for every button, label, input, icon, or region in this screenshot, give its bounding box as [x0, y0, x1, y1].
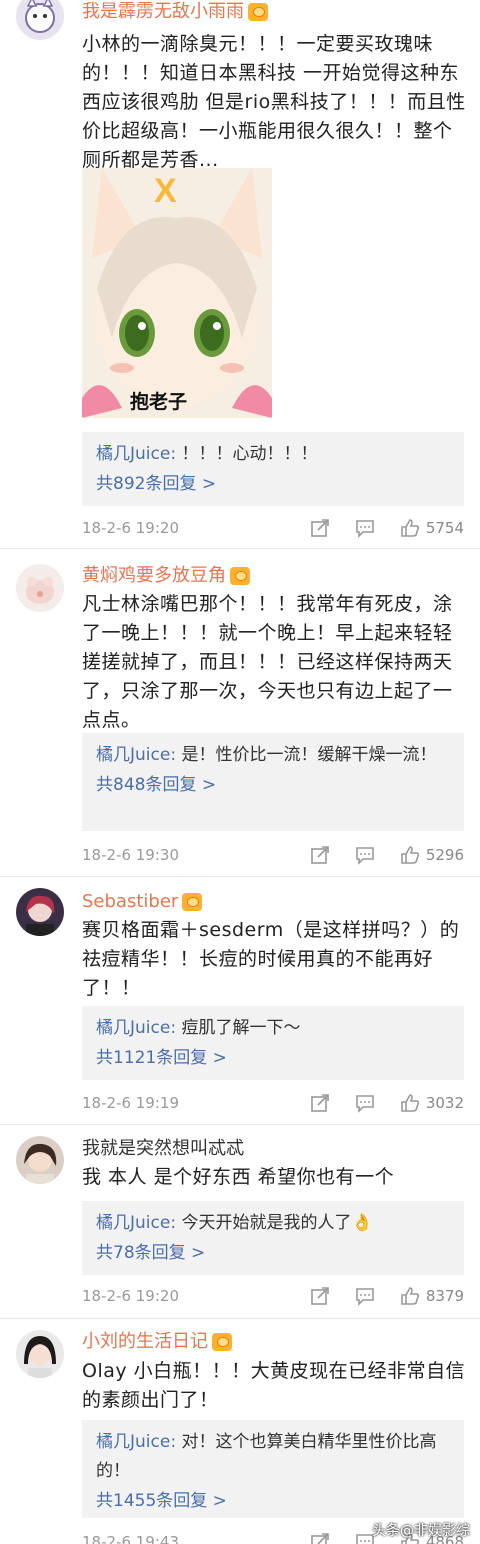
avatar[interactable]	[16, 1136, 64, 1184]
reply-text: 今天开始就是我的人了👌	[181, 1213, 373, 1233]
username[interactable]: 我就是突然想叫忒忒	[82, 1137, 244, 1161]
reply-line: 橘几Juice: ！！！心动！！！	[96, 440, 450, 469]
avatar[interactable]	[16, 0, 64, 40]
comment-date: 18-2-6 19:19	[82, 1094, 179, 1112]
share-icon[interactable]	[310, 1286, 330, 1306]
comment-icon[interactable]	[355, 518, 375, 538]
divider	[0, 1124, 480, 1125]
like-icon[interactable]	[400, 1286, 420, 1306]
view-replies-link[interactable]: 共892条回复 >	[96, 469, 450, 499]
divider	[0, 548, 480, 549]
share-icon[interactable]	[310, 845, 330, 865]
vip-badge-icon	[212, 1333, 232, 1351]
comment-date: 18-2-6 19:30	[82, 846, 179, 864]
comment-text: 赛贝格面霜＋sesderm（是这样拼吗？）的祛痘精华！！长痘的时候用真的不能再好…	[82, 919, 460, 999]
divider	[0, 1318, 480, 1319]
view-replies-link[interactable]: 共1455条回复 >	[96, 1486, 450, 1516]
avatar[interactable]	[16, 1330, 64, 1378]
reply-line: 橘几Juice: 今天开始就是我的人了👌	[96, 1209, 450, 1238]
username[interactable]: 小刘的生活日记	[82, 1330, 232, 1354]
vip-badge-icon	[182, 893, 203, 911]
comment-text: 我 本人 是个好东西 希望你也有一个	[82, 1166, 395, 1188]
reply-username[interactable]: 橘几Juice:	[96, 444, 176, 464]
comment-date: 18-2-6 19:20	[82, 1287, 179, 1305]
reply-box[interactable]: 橘几Juice: 是！性价比一流！缓解干燥一流！ 共848条回复 >	[82, 733, 464, 831]
comment-meta: 18-2-6 19:19 3032	[82, 1091, 464, 1115]
view-replies-link[interactable]: 共78条回复 >	[96, 1238, 450, 1268]
vip-badge-icon	[230, 567, 250, 585]
share-icon[interactable]	[310, 518, 330, 538]
reply-line: 橘几Juice: 是！性价比一流！缓解干燥一流！	[96, 741, 450, 770]
reply-box[interactable]: 橘几Juice: 对！这个也算美白精华里性价比高的！ 共1455条回复 >	[82, 1420, 464, 1518]
comment-meta: 18-2-6 19:20 8379	[82, 1284, 464, 1308]
view-replies-link[interactable]: 共1121条回复 >	[96, 1043, 450, 1073]
reply-box[interactable]: 橘几Juice: 今天开始就是我的人了👌 共78条回复 >	[82, 1201, 464, 1275]
comment-meta: 18-2-6 19:20 5754	[82, 516, 464, 540]
like-count: 5754	[425, 519, 464, 537]
reply-line: 橘几Juice: 痘肌了解一下～	[96, 1014, 450, 1043]
reply-text: 痘肌了解一下～	[181, 1018, 301, 1038]
username[interactable]: 黄焖鸡要多放豆角	[82, 564, 250, 588]
comment-icon[interactable]	[355, 845, 375, 865]
sticker-caption: 抱老子	[130, 391, 188, 413]
divider	[0, 876, 480, 877]
like-icon[interactable]	[400, 518, 420, 538]
comment-icon[interactable]	[355, 1093, 375, 1113]
like-icon[interactable]	[400, 845, 420, 865]
reply-box[interactable]: 橘几Juice: ！！！心动！！！ 共892条回复 >	[82, 432, 464, 506]
reply-username[interactable]: 橘几Juice:	[96, 745, 176, 765]
reply-text: ！！！心动！！！	[181, 444, 318, 464]
like-count: 8379	[425, 1287, 464, 1305]
reply-username[interactable]: 橘几Juice:	[96, 1018, 176, 1038]
comment-text: Olay 小白瓶！！！大黄皮现在已经非常自信的素颜出门了！	[82, 1360, 466, 1411]
svg-text:X: X	[154, 172, 177, 210]
reply-username[interactable]: 橘几Juice:	[96, 1432, 176, 1452]
comment-date: 18-2-6 19:43	[82, 1533, 179, 1544]
comment-text: 小林的一滴除臭元！！！一定要买玫瑰味的！！！知道日本黑科技 一开始觉得这种东西应…	[82, 33, 466, 171]
share-icon[interactable]	[310, 1093, 330, 1113]
username[interactable]: 我是霹雳无敌小雨雨	[82, 0, 268, 24]
comment-meta: 18-2-6 19:30 5296	[82, 843, 464, 867]
like-count: 5296	[425, 846, 464, 864]
avatar[interactable]	[16, 564, 64, 612]
vip-badge-icon	[248, 3, 268, 21]
avatar[interactable]	[16, 888, 64, 936]
watermark: 头条@非娱影综	[372, 1523, 470, 1539]
sticker-image[interactable]: X 抱老子	[82, 168, 272, 418]
reply-line: 橘几Juice: 对！这个也算美白精华里性价比高的！	[96, 1428, 450, 1486]
reply-box[interactable]: 橘几Juice: 痘肌了解一下～ 共1121条回复 >	[82, 1006, 464, 1080]
comment-date: 18-2-6 19:20	[82, 519, 179, 537]
comment-text: 凡士林涂嘴巴那个！！！我常年有死皮，涂了一晚上！！！就一个晚上！早上起来轻轻搓搓…	[82, 593, 453, 731]
reply-text: 是！性价比一流！缓解干燥一流！	[181, 745, 437, 765]
like-count: 3032	[425, 1094, 464, 1112]
username[interactable]: Sebastiber	[82, 890, 203, 914]
share-icon[interactable]	[310, 1532, 330, 1544]
view-replies-link[interactable]: 共848条回复 >	[96, 770, 450, 800]
like-icon[interactable]	[400, 1093, 420, 1113]
reply-username[interactable]: 橘几Juice:	[96, 1213, 176, 1233]
comment-icon[interactable]	[355, 1286, 375, 1306]
